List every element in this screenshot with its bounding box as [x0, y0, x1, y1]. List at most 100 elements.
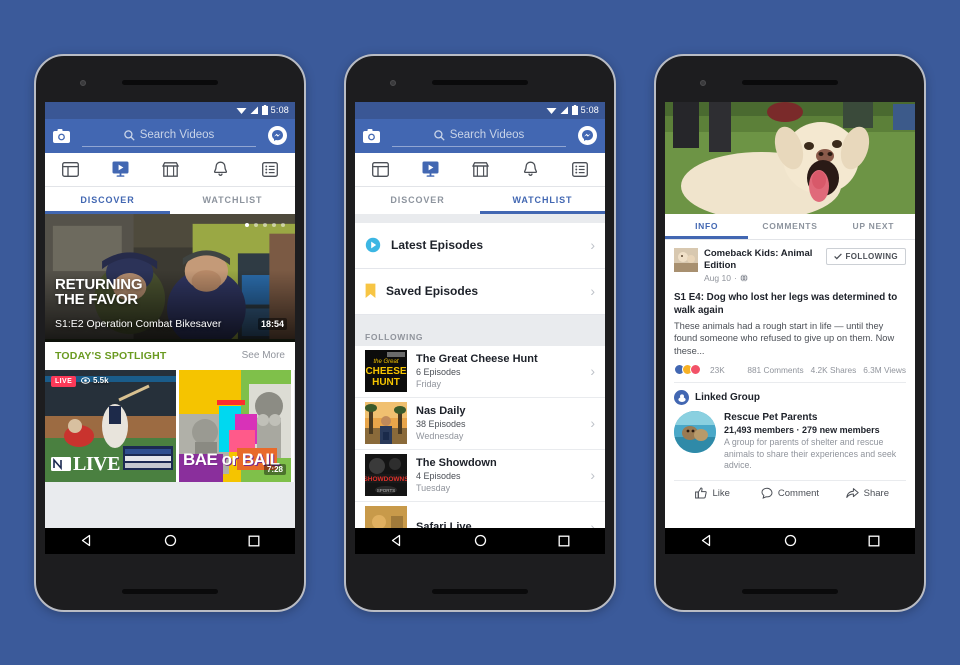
search-input[interactable]: Search Videos — [82, 125, 256, 147]
list-item[interactable]: the Great CHEESE HUNT The Great Cheese Hun… — [355, 345, 605, 398]
bottom-speaker — [742, 588, 838, 594]
android-nav-bar — [355, 527, 605, 554]
list-item[interactable]: Nas Daily 38 Episodes Wednesday › — [355, 397, 605, 450]
spotlight-card-next[interactable] — [294, 369, 295, 482]
home-circle-icon[interactable] — [164, 534, 177, 547]
sidebar-item-video[interactable] — [405, 161, 455, 177]
row-latest-episodes[interactable]: Latest Episodes › — [355, 222, 605, 269]
hero-video-card[interactable]: RETURNING THE FAVOR S1:E2 Operation Comb… — [45, 213, 295, 342]
share-count[interactable]: 4.2K Shares — [811, 365, 857, 375]
comment-button[interactable]: Comment — [751, 487, 828, 499]
notifications-bell-icon — [523, 161, 537, 176]
comment-label: Comment — [777, 487, 820, 499]
spotlight-title: TODAY'S SPOTLIGHT — [55, 349, 167, 362]
chevron-right-icon: › — [590, 415, 595, 431]
page-name[interactable]: Comeback Kids: Animal Edition — [704, 248, 820, 272]
tab-discover[interactable]: DISCOVER — [45, 187, 170, 214]
list-item[interactable]: Safari Live › — [355, 501, 605, 528]
spotlight-see-more[interactable]: See More — [242, 350, 285, 361]
top-nav-tabs — [355, 152, 605, 187]
show-episodes: 38 Episodes — [416, 419, 466, 429]
tab-info[interactable]: INFO — [665, 214, 749, 239]
list-item-meta: The Showdown 4 Episodes Tuesday — [416, 456, 581, 494]
love-reaction-icon — [690, 364, 701, 375]
back-triangle-icon[interactable] — [700, 534, 713, 547]
tab-up-next[interactable]: UP NEXT — [832, 214, 915, 239]
discover-watchlist-tabs: DISCOVER WATCHLIST — [355, 186, 605, 214]
post-date: Aug 10 — [704, 272, 731, 283]
chevron-right-icon: › — [590, 283, 595, 299]
reaction-icons[interactable] — [674, 364, 701, 375]
row-label: Latest Episodes — [391, 238, 484, 252]
carousel-dot[interactable] — [254, 222, 258, 227]
search-icon — [123, 129, 135, 141]
carousel-dot[interactable] — [245, 222, 249, 227]
video-player[interactable] — [665, 101, 915, 214]
post-engagement-stats: 23K 881 Comments 4.2K Shares 6.3M Views — [674, 364, 906, 383]
search-input[interactable]: Search Videos — [392, 125, 566, 147]
camera-button[interactable] — [53, 128, 70, 143]
linked-group-header: Linked Group — [674, 390, 906, 405]
tab-watchlist[interactable]: WATCHLIST — [170, 187, 295, 214]
home-circle-icon[interactable] — [474, 534, 487, 547]
messenger-button[interactable] — [268, 126, 287, 145]
news-feed-icon — [371, 161, 389, 177]
row-saved-episodes[interactable]: Saved Episodes › — [355, 268, 605, 315]
group-avatar[interactable] — [674, 411, 716, 453]
svg-text:CHEESE: CHEESE — [365, 366, 406, 377]
back-triangle-icon[interactable] — [80, 534, 93, 547]
recents-square-icon[interactable] — [248, 535, 260, 547]
sidebar-item-menu[interactable] — [245, 161, 295, 177]
recents-square-icon[interactable] — [868, 535, 880, 547]
camera-button[interactable] — [363, 128, 380, 143]
post-meta: Aug 10 · — [704, 272, 820, 284]
post-title: S1 E4: Dog who lost her legs was determi… — [674, 291, 898, 316]
marketplace-icon — [471, 161, 489, 177]
messenger-button[interactable] — [578, 126, 597, 145]
tab-discover[interactable]: DISCOVER — [355, 187, 480, 214]
phone-watchlist: 5:08 Search Videos DISCOVER WATCHLIST La… — [344, 53, 616, 612]
sidebar-item-notifications[interactable] — [195, 161, 245, 177]
following-button[interactable]: FOLLOWING — [825, 247, 906, 265]
tab-watchlist[interactable]: WATCHLIST — [480, 187, 605, 214]
group-badge-icon — [674, 390, 689, 405]
carousel-dot[interactable] — [272, 222, 276, 227]
group-name[interactable]: Rescue Pet Parents — [724, 411, 906, 424]
marketplace-icon — [161, 161, 179, 177]
avatar[interactable] — [674, 247, 698, 272]
sidebar-item-news-feed[interactable] — [45, 161, 95, 177]
hero-title: RETURNING THE FAVOR — [55, 277, 143, 307]
showdown-thumb: SHOWDOWNS SPORTS — [365, 454, 407, 496]
hero-subtitle: S1:E2 Operation Combat Bikesaver — [55, 317, 222, 330]
spotlight-card-live[interactable]: LIVE 5.5k LIVE — [45, 369, 176, 482]
home-circle-icon[interactable] — [784, 534, 797, 547]
tab-comments[interactable]: COMMENTS — [748, 214, 831, 239]
like-button[interactable]: Like — [674, 487, 751, 499]
row-label: Saved Episodes — [386, 284, 479, 298]
post-action-bar: Like Comment Share — [674, 479, 906, 506]
sidebar-item-menu[interactable] — [555, 161, 605, 177]
comment-count[interactable]: 881 Comments — [747, 365, 803, 375]
status-bar: 5:08 — [355, 101, 605, 119]
linked-group-body[interactable]: Rescue Pet Parents 21,493 members · 279 … — [674, 411, 906, 472]
spotlight-card-video[interactable]: BAE or BAIL 7:28 — [179, 369, 291, 482]
screen-watchlist: 5:08 Search Videos DISCOVER WATCHLIST La… — [355, 101, 605, 554]
post-section: Comeback Kids: Animal Edition Aug 10 · F… — [665, 239, 915, 383]
sidebar-item-video[interactable] — [95, 161, 145, 177]
sidebar-item-news-feed[interactable] — [355, 161, 405, 177]
phones-stage: 5:08 Search Videos DISCOVER WATCHLIST RE… — [0, 0, 960, 665]
sidebar-item-marketplace[interactable] — [455, 161, 505, 177]
share-button[interactable]: Share — [829, 487, 906, 499]
svg-text:SPORTS: SPORTS — [377, 488, 395, 493]
recents-square-icon[interactable] — [558, 535, 570, 547]
carousel-dot[interactable] — [281, 222, 285, 227]
carousel-dot[interactable] — [263, 222, 267, 227]
sidebar-item-marketplace[interactable] — [145, 161, 195, 177]
discover-watchlist-tabs: DISCOVER WATCHLIST — [45, 186, 295, 214]
sidebar-item-notifications[interactable] — [505, 161, 555, 177]
back-triangle-icon[interactable] — [390, 534, 403, 547]
list-item[interactable]: SHOWDOWNS SPORTS The Showdown 4 Episodes … — [355, 449, 605, 502]
post-author: Comeback Kids: Animal Edition Aug 10 · — [704, 248, 820, 284]
spotlight-cards: LIVE 5.5k LIVE BAE or BAIL 7:28 — [45, 369, 295, 482]
svg-text:the Great: the Great — [373, 359, 398, 365]
